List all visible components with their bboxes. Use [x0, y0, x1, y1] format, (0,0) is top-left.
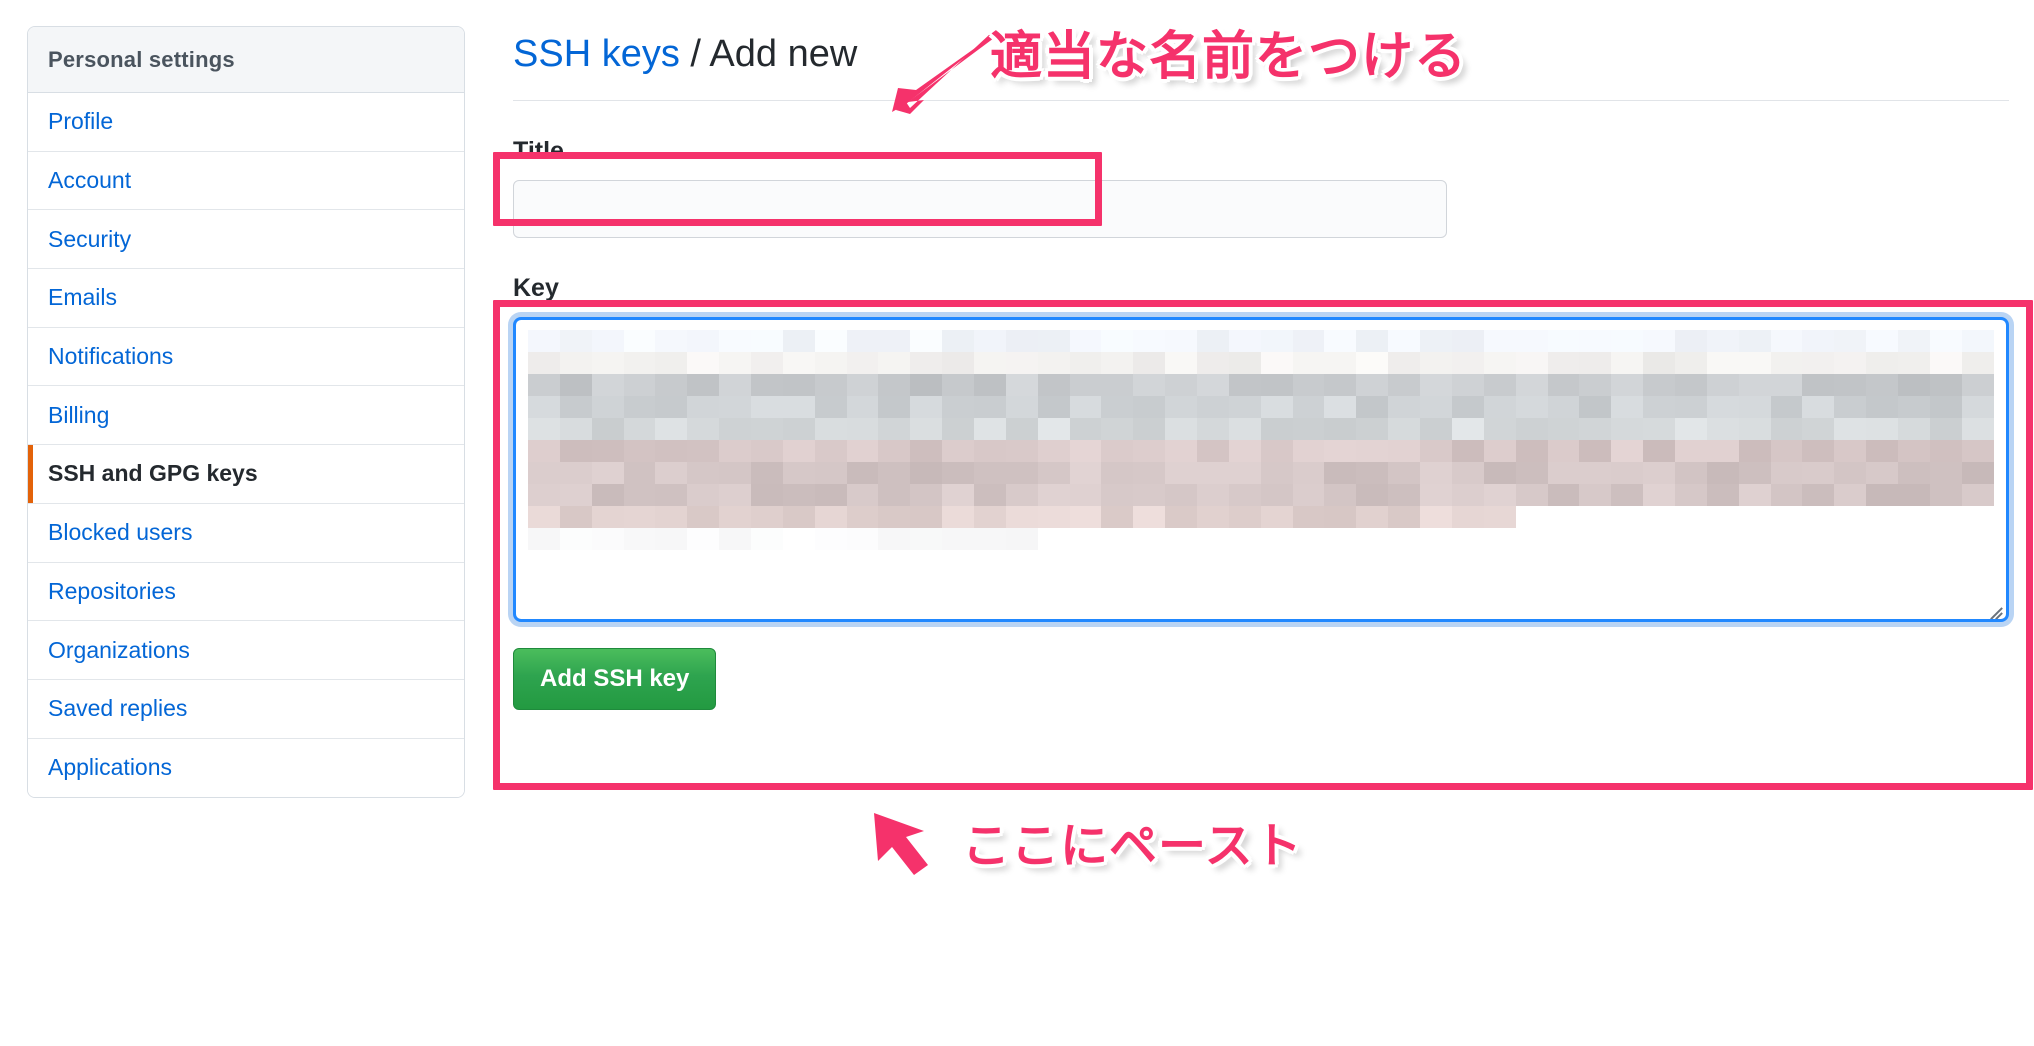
redacted-line: [528, 395, 1994, 418]
sidebar-item-repositories[interactable]: Repositories: [28, 562, 464, 622]
sidebar-item-security[interactable]: Security: [28, 210, 464, 270]
sidebar-item-label: Emails: [48, 284, 118, 311]
page-root: Personal settings Profile Account Security…: [0, 0, 2034, 1046]
sidebar-item-label: Blocked users: [48, 519, 193, 546]
key-callout-text: ここにペースト: [962, 820, 1303, 873]
sidebar-item-organizations[interactable]: Organizations: [28, 621, 464, 680]
redacted-line: [528, 417, 1994, 440]
redacted-line: [528, 329, 1994, 352]
sidebar-item-emails[interactable]: Emails: [28, 269, 464, 328]
sidebar-item-label: Applications: [48, 754, 173, 781]
sidebar-item-account[interactable]: Account: [28, 151, 464, 211]
main-content: SSH keys / Add new Title Key Add SSH key: [513, 20, 2009, 710]
sidebar-item-ssh-and-gpg-keys[interactable]: SSH and GPG keys: [28, 445, 464, 504]
redacted-line: [528, 527, 1994, 550]
redacted-key-content: [528, 329, 1994, 550]
ssh-key-textarea[interactable]: [513, 316, 2009, 622]
sidebar-item-label: Account: [48, 167, 132, 194]
breadcrumb-ssh-keys-link[interactable]: SSH keys: [513, 33, 680, 75]
form-actions: Add SSH key: [513, 647, 2009, 710]
title-field-group: Title: [513, 137, 1447, 238]
breadcrumb-current: Add new: [709, 33, 858, 75]
ssh-key-title-input[interactable]: [513, 179, 1447, 238]
title-callout-text: 適当な名前をつける: [990, 28, 1468, 86]
sidebar-item-label: Security: [48, 225, 132, 252]
sidebar-item-label: Profile: [48, 108, 114, 135]
sidebar-item-label: Repositories: [48, 577, 176, 604]
sidebar-item-billing[interactable]: Billing: [28, 386, 464, 446]
personal-settings-sidebar: Personal settings Profile Account Security…: [27, 26, 465, 799]
sidebar-item-applications[interactable]: Applications: [28, 738, 464, 798]
title-divider: [513, 99, 2009, 101]
sidebar-item-label: Notifications: [48, 343, 174, 370]
title-field-label: Title: [513, 136, 564, 165]
redacted-line: [528, 505, 1994, 528]
sidebar-header: Personal settings: [28, 27, 464, 93]
sidebar-item-blocked-users[interactable]: Blocked users: [28, 503, 464, 563]
textarea-resize-handle[interactable]: [1982, 596, 2003, 619]
sidebar-item-label: SSH and GPG keys: [48, 460, 258, 487]
redacted-line: [528, 351, 1994, 374]
sidebar-item-list: Profile Account Security Emails Notification…: [28, 93, 464, 798]
key-field-label: Key: [513, 273, 559, 302]
breadcrumb-separator: /: [679, 33, 710, 75]
key-field-group: Key: [513, 274, 2009, 622]
sidebar-item-saved-replies[interactable]: Saved replies: [28, 679, 464, 739]
redacted-line: [528, 461, 1994, 484]
add-ssh-key-button[interactable]: Add SSH key: [513, 647, 717, 710]
sidebar-item-label: Billing: [48, 401, 110, 428]
sidebar-item-label: Organizations: [48, 636, 190, 663]
sidebar-item-notifications[interactable]: Notifications: [28, 327, 464, 387]
sidebar-item-label: Saved replies: [48, 695, 188, 722]
redacted-line: [528, 483, 1994, 506]
key-callout-arrow: [874, 813, 928, 875]
redacted-line: [528, 373, 1994, 396]
sidebar-item-profile[interactable]: Profile: [28, 93, 464, 152]
redacted-line: [528, 439, 1994, 462]
